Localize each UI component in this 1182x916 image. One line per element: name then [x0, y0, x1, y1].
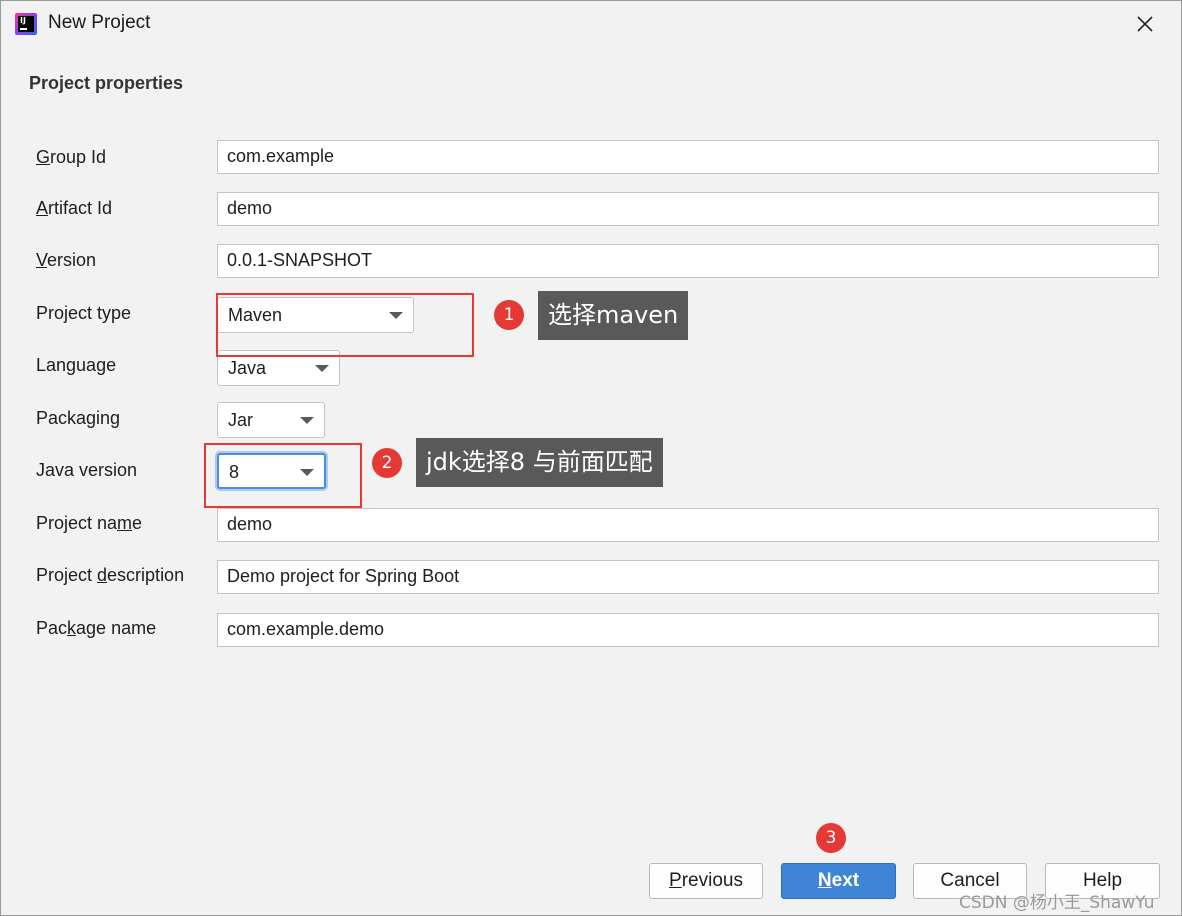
project-name-label: Project name: [36, 513, 143, 533]
step-badge-3: 3: [816, 823, 846, 853]
title-bar: IJ New Project: [1, 1, 1181, 47]
callout-step-2: jdk选择8 与前面匹配: [416, 438, 663, 487]
packaging-label: Packaging: [36, 408, 121, 428]
project-name-field[interactable]: demo: [217, 508, 1159, 542]
project-description-label: Project description: [36, 565, 185, 585]
step-badge-1: 1: [494, 300, 524, 330]
version-field[interactable]: 0.0.1-SNAPSHOT: [217, 244, 1159, 278]
next-button[interactable]: Next: [781, 863, 896, 899]
project-description-field[interactable]: Demo project for Spring Boot: [217, 560, 1159, 594]
group-id-field[interactable]: com.example: [217, 140, 1159, 174]
packaging-value: Jar: [228, 410, 254, 430]
watermark: CSDN @杨小王_ShawYu: [959, 893, 1155, 913]
chevron-down-icon: [315, 365, 329, 372]
close-icon: [1137, 16, 1153, 32]
version-label: Version: [36, 250, 97, 270]
group-id-label: Group Id: [36, 147, 107, 167]
previous-button[interactable]: Previous: [649, 863, 763, 899]
language-label: Language: [36, 355, 117, 375]
artifact-id-label: Artifact Id: [36, 198, 113, 218]
callout-step-1: 选择maven: [538, 291, 689, 340]
package-name-field[interactable]: com.example.demo: [217, 613, 1159, 647]
highlight-box-project-type: [216, 293, 474, 357]
close-button[interactable]: [1127, 9, 1163, 39]
project-type-label: Project type: [36, 303, 132, 323]
packaging-select[interactable]: Jar: [217, 402, 325, 438]
chevron-down-icon: [300, 417, 314, 424]
step-badge-2: 2: [372, 448, 402, 478]
java-version-label: Java version: [36, 460, 138, 480]
window-title: New Project: [48, 12, 151, 33]
intellij-app-icon: IJ: [15, 13, 37, 35]
language-value: Java: [228, 358, 267, 378]
package-name-label: Package name: [36, 618, 157, 638]
artifact-id-field[interactable]: demo: [217, 192, 1159, 226]
section-title: Project properties: [29, 73, 184, 93]
new-project-dialog: IJ New Project Project properties Group …: [0, 0, 1182, 916]
highlight-box-java-version: [204, 443, 362, 508]
